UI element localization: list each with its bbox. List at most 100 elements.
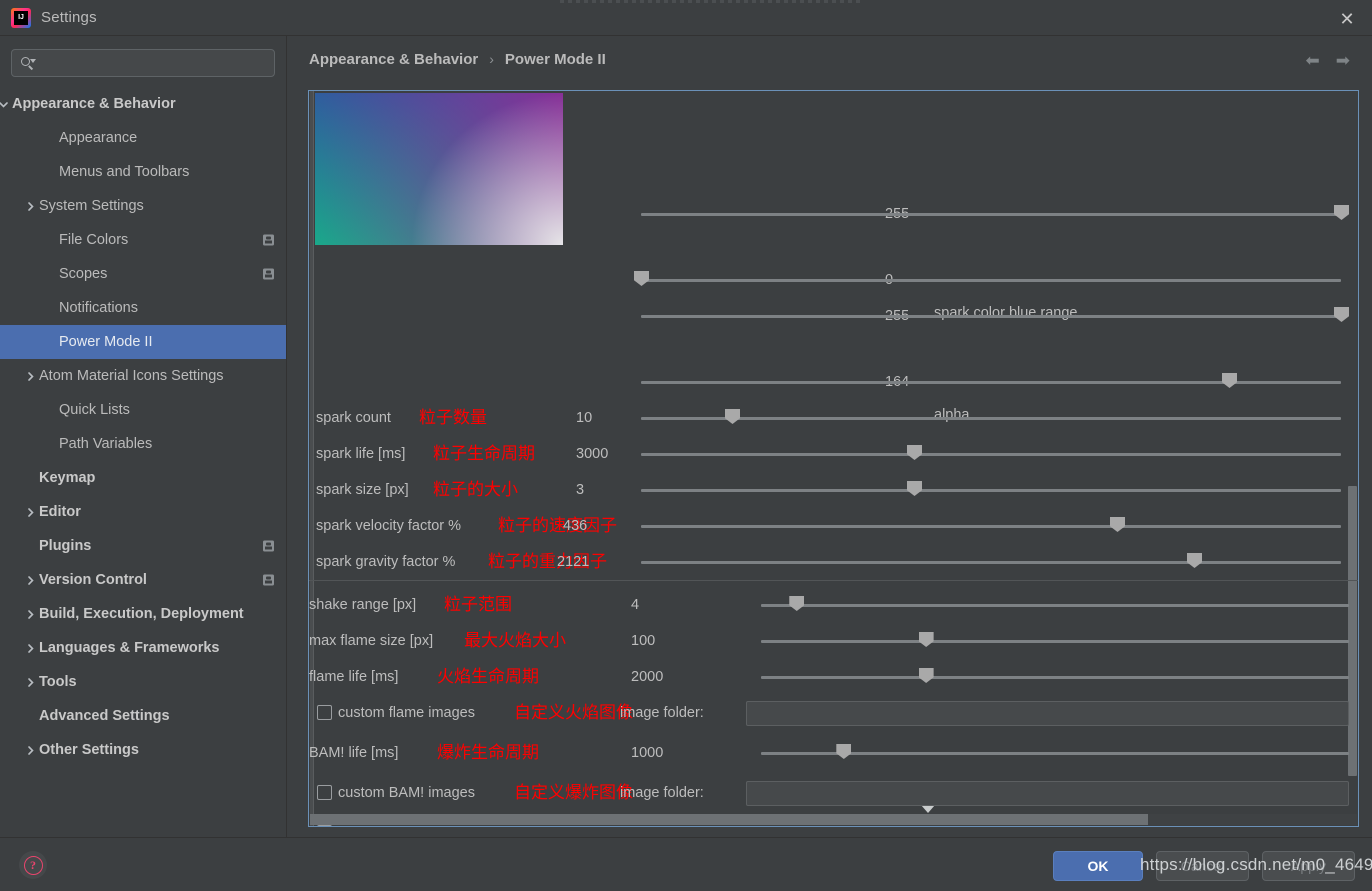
slider-spark-velocity-factor[interactable] xyxy=(641,513,1341,539)
slider-thumb[interactable] xyxy=(1222,373,1237,388)
chevron-right-icon[interactable] xyxy=(21,507,39,518)
setting-label: shake range [px] xyxy=(309,597,417,613)
animate-bam-checkbox[interactable] xyxy=(317,825,332,826)
project-scope-badge-icon xyxy=(263,540,274,552)
sidebar-item-power-mode-ii[interactable]: Power Mode II xyxy=(0,325,286,359)
slider-thumb[interactable] xyxy=(634,271,649,286)
slider-thumb[interactable] xyxy=(918,632,934,647)
chevron-right-icon[interactable] xyxy=(21,643,39,654)
slider-thumb[interactable] xyxy=(1334,307,1349,322)
slider-spark-gravity-factor[interactable] xyxy=(641,549,1341,575)
slider-top-0[interactable] xyxy=(641,201,1349,227)
sidebar-item-advanced-settings[interactable]: Advanced Settings xyxy=(0,699,286,733)
custom-flame-folder-input[interactable] xyxy=(746,701,1349,726)
sidebar-item-label: Languages & Frameworks xyxy=(39,640,220,656)
sidebar-item-plugins[interactable]: Plugins xyxy=(0,529,286,563)
spark-color-preview[interactable] xyxy=(315,93,563,245)
arrow-left-icon[interactable]: ⬅ xyxy=(1306,52,1320,69)
sidebar-item-scopes[interactable]: Scopes xyxy=(0,257,286,291)
search-input[interactable] xyxy=(39,55,266,71)
sidebar-item-file-colors[interactable]: File Colors xyxy=(0,223,286,257)
slider-thumb[interactable] xyxy=(789,596,805,611)
sidebar-item-languages-frameworks[interactable]: Languages & Frameworks xyxy=(0,631,286,665)
slider-thumb[interactable] xyxy=(725,409,740,424)
slider-spark-size-px[interactable] xyxy=(641,477,1341,503)
cancel-button[interactable]: Cancel xyxy=(1156,851,1249,881)
search-box[interactable] xyxy=(11,49,275,77)
setting-label-cn: 火焰生命周期 xyxy=(437,667,539,687)
slider-track xyxy=(761,676,1349,679)
slider-thumb[interactable] xyxy=(1187,553,1202,568)
chevron-down-icon[interactable] xyxy=(0,99,12,110)
chevron-right-icon[interactable] xyxy=(21,745,39,756)
sidebar-item-label: Power Mode II xyxy=(59,334,153,350)
sidebar-item-other-settings[interactable]: Other Settings xyxy=(0,733,286,767)
slider-max-flame-size-px[interactable] xyxy=(761,628,1349,654)
sidebar-item-appearance-behavior[interactable]: Appearance & Behavior xyxy=(0,87,286,121)
sidebar-item-quick-lists[interactable]: Quick Lists xyxy=(0,393,286,427)
slider-spark-life-ms[interactable] xyxy=(641,441,1341,467)
apply-button[interactable]: Apply xyxy=(1262,851,1355,881)
slider-top-3[interactable] xyxy=(641,369,1341,395)
sidebar-item-keymap[interactable]: Keymap xyxy=(0,461,286,495)
sidebar-item-editor[interactable]: Editor xyxy=(0,495,286,529)
close-icon[interactable]: ✕ xyxy=(1336,8,1358,30)
custom-bam-checkbox[interactable] xyxy=(317,785,332,800)
sidebar-item-atom-material-icons-settings[interactable]: Atom Material Icons Settings xyxy=(0,359,286,393)
breadcrumb-parent[interactable]: Appearance & Behavior xyxy=(309,51,478,68)
slider-bam-life[interactable] xyxy=(761,740,1349,766)
custom-flame-checkbox[interactable] xyxy=(317,705,332,720)
sidebar-item-label: Atom Material Icons Settings xyxy=(39,368,224,384)
slider-shake-range-px[interactable] xyxy=(761,592,1349,618)
chevron-right-icon[interactable] xyxy=(21,677,39,688)
slider-track xyxy=(761,640,1349,643)
custom-bam-label-cn: 自定义爆炸图像 xyxy=(514,783,633,803)
intellij-idea-icon xyxy=(11,7,31,28)
slider-track xyxy=(761,604,1349,607)
window-decoration-strip xyxy=(560,0,860,3)
sidebar-item-tools[interactable]: Tools xyxy=(0,665,286,699)
slider-thumb[interactable] xyxy=(907,445,922,460)
vertical-scrollbar-thumb[interactable] xyxy=(1348,486,1357,776)
sidebar-item-build-execution-deployment[interactable]: Build, Execution, Deployment xyxy=(0,597,286,631)
sidebar-item-label: Other Settings xyxy=(39,742,139,758)
chevron-right-icon[interactable] xyxy=(21,201,39,212)
slider-track xyxy=(641,525,1341,528)
setting-label-cn: 粒子的大小 xyxy=(433,480,518,500)
ok-button[interactable]: OK xyxy=(1053,851,1143,881)
slider-spark-count[interactable] xyxy=(641,405,1341,431)
slider-flame-life-ms[interactable] xyxy=(761,664,1349,690)
window-title: Settings xyxy=(41,9,97,26)
slider-thumb[interactable] xyxy=(1334,205,1349,220)
main-panel: Appearance & Behavior › Power Mode II ⬅ … xyxy=(288,36,1372,837)
help-question-icon[interactable]: ? xyxy=(19,851,47,879)
chevron-right-icon[interactable] xyxy=(21,575,39,586)
project-scope-badge-icon xyxy=(263,574,274,586)
sidebar-item-notifications[interactable]: Notifications xyxy=(0,291,286,325)
slider-track xyxy=(641,489,1341,492)
slider-thumb[interactable] xyxy=(836,744,852,759)
content-left-edge xyxy=(310,91,314,826)
sidebar-item-menus-and-toolbars[interactable]: Menus and Toolbars xyxy=(0,155,286,189)
chevron-right-icon[interactable] xyxy=(21,609,39,620)
custom-bam-folder-input[interactable] xyxy=(746,781,1349,806)
setting-label: flame life [ms] xyxy=(309,669,399,685)
slider-track xyxy=(641,453,1341,456)
slider-top-2[interactable] xyxy=(641,303,1349,329)
slider-track xyxy=(641,315,1341,318)
sidebar-item-path-variables[interactable]: Path Variables xyxy=(0,427,286,461)
slider-thumb[interactable] xyxy=(1110,517,1125,532)
slider-thumb[interactable] xyxy=(907,481,922,496)
slider-thumb[interactable] xyxy=(918,668,934,683)
sidebar-item-system-settings[interactable]: System Settings xyxy=(0,189,286,223)
chevron-right-icon[interactable] xyxy=(21,371,39,382)
slider-top-1[interactable] xyxy=(634,267,1341,293)
sidebar-item-label: Appearance & Behavior xyxy=(12,96,176,112)
arrow-right-icon[interactable]: ➡ xyxy=(1336,52,1350,69)
sidebar-item-appearance[interactable]: Appearance xyxy=(0,121,286,155)
sidebar-item-label: Appearance xyxy=(59,130,138,146)
sidebar-item-label: Menus and Toolbars xyxy=(59,164,190,180)
sidebar-item-version-control[interactable]: Version Control xyxy=(0,563,286,597)
slider-track xyxy=(641,213,1341,216)
title-bar: Settings ✕ xyxy=(0,0,1372,36)
